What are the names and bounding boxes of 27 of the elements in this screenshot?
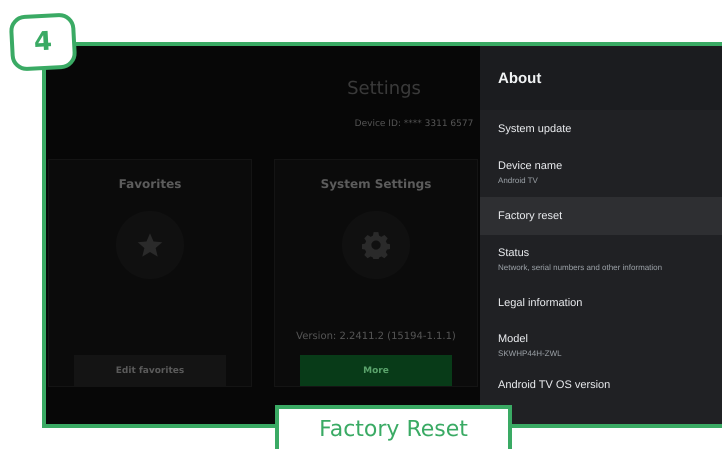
menu-item[interactable]: System update	[480, 110, 722, 148]
star-icon	[136, 231, 164, 259]
menu-item[interactable]: Legal information	[480, 284, 722, 322]
menu-item[interactable]: Factory reset	[480, 197, 722, 235]
device-id-text: Device ID: **** 3311 6577	[354, 119, 474, 129]
menu-item-label: Android TV OS version	[498, 379, 612, 391]
menu-item[interactable]: Device name Android TV	[480, 148, 722, 197]
menu-item-label: Legal information	[498, 297, 584, 309]
caption-label: Factory Reset	[275, 405, 512, 449]
menu-item[interactable]: Status Network, serial numbers and other information	[480, 235, 722, 284]
menu-item-detail: SKWHP44H-ZWL	[498, 349, 563, 358]
menu-item-label: Factory reset	[498, 210, 564, 222]
card-button[interactable]: More	[300, 355, 452, 386]
menu-item-label: Device name	[498, 160, 564, 172]
version-text: Version: 2.2411.2 (15194-1.1.1)	[296, 331, 456, 344]
menu-item[interactable]: Android TV OS version	[480, 369, 722, 401]
menu-item-label: System update	[498, 123, 572, 135]
gear-icon	[362, 231, 390, 259]
card-title: Favorites	[118, 177, 182, 191]
menu-item-detail: Android TV	[498, 176, 539, 185]
menu-item-label: Model	[498, 333, 529, 345]
step-number-badge: 4	[8, 12, 78, 72]
card-title: System Settings	[320, 177, 432, 191]
menu-item-detail: Network, serial numbers and other information	[498, 263, 664, 272]
panel-title: About	[498, 70, 542, 86]
menu-item-label: Status	[498, 247, 530, 259]
menu-item[interactable]: Model SKWHP44H-ZWL	[480, 322, 722, 369]
